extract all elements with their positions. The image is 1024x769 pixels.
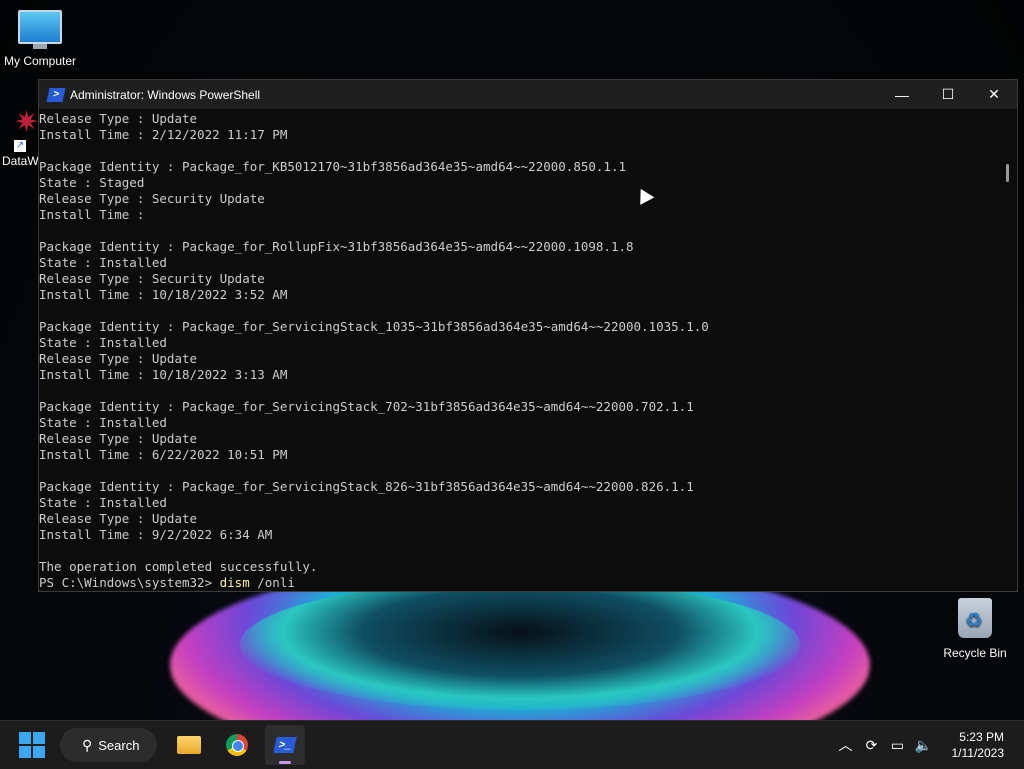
- windows-logo-icon: [19, 732, 31, 744]
- volume-icon[interactable]: 🔈: [912, 737, 936, 754]
- vertical-scrollbar[interactable]: [999, 109, 1017, 591]
- desktop-icon-my-computer[interactable]: My Computer: [2, 10, 78, 68]
- desktop-icon-label: My Computer: [2, 54, 78, 68]
- window-title: Administrator: Windows PowerShell: [70, 88, 879, 102]
- terminal-line: Install Time :: [39, 207, 999, 223]
- terminal-line: [39, 143, 999, 159]
- terminal-line: Release Type : Security Update: [39, 191, 999, 207]
- prompt-text: PS C:\Windows\system32>: [39, 575, 220, 590]
- terminal-line: Release Type : Update: [39, 111, 999, 127]
- close-button[interactable]: ✕: [971, 80, 1017, 109]
- terminal-line: Package Identity : Package_for_Servicing…: [39, 399, 999, 415]
- terminal-line: Package Identity : Package_for_RollupFix…: [39, 239, 999, 255]
- minimize-button[interactable]: —: [879, 80, 925, 109]
- terminal-line: State : Staged: [39, 175, 999, 191]
- command-text: dism: [220, 575, 250, 590]
- search-label: Search: [98, 738, 139, 753]
- clock[interactable]: 5:23 PM 1/11/2023: [952, 729, 1005, 761]
- folder-icon: [177, 736, 201, 754]
- terminal-line: State : Installed: [39, 255, 999, 271]
- shortcut-arrow-icon: ↗: [14, 140, 26, 152]
- window-titlebar[interactable]: > Administrator: Windows PowerShell — ☐ …: [39, 80, 1017, 109]
- terminal-line: The operation completed successfully.: [39, 559, 999, 575]
- terminal-line: [39, 223, 999, 239]
- powershell-window[interactable]: > Administrator: Windows PowerShell — ☐ …: [38, 79, 1018, 592]
- taskbar-powershell[interactable]: >_: [265, 725, 305, 765]
- terminal-line: Release Type : Security Update: [39, 271, 999, 287]
- terminal-line: [39, 383, 999, 399]
- desktop-icon-label: DataW: [2, 154, 42, 168]
- monitor-icon: [18, 10, 62, 44]
- terminal-line: Install Time : 10/18/2022 3:52 AM: [39, 287, 999, 303]
- taskbar-file-explorer[interactable]: [169, 725, 209, 765]
- system-tray: ︿ ⟳ ▭ 🔈 5:23 PM 1/11/2023: [834, 721, 1024, 769]
- chevron-up-icon[interactable]: ︿: [834, 735, 858, 755]
- search-button[interactable]: ⚲ Search: [60, 728, 157, 762]
- network-icon[interactable]: ▭: [886, 737, 910, 754]
- terminal-line: State : Installed: [39, 335, 999, 351]
- recycle-bin-icon: ♻: [958, 598, 992, 638]
- terminal-line: Install Time : 6/22/2022 10:51 PM: [39, 447, 999, 463]
- desktop-icon-recycle-bin[interactable]: ♻ Recycle Bin: [940, 598, 1010, 660]
- command-line[interactable]: PS C:\Windows\system32> dism /onli: [39, 575, 999, 591]
- terminal-line: Package Identity : Package_for_Servicing…: [39, 479, 999, 495]
- clock-time: 5:23 PM: [952, 729, 1005, 745]
- terminal-line: Package Identity : Package_for_Servicing…: [39, 319, 999, 335]
- terminal-line: [39, 543, 999, 559]
- desktop-icon-label: Recycle Bin: [940, 646, 1010, 660]
- terminal-line: [39, 303, 999, 319]
- chrome-icon: [226, 734, 248, 756]
- powershell-icon: >_: [273, 737, 296, 753]
- terminal-line: Install Time : 9/2/2022 6:34 AM: [39, 527, 999, 543]
- desktop-icon-dataw[interactable]: ✷ ↗ DataW: [2, 108, 42, 168]
- taskbar: ⚲ Search >_ ︿ ⟳ ▭ 🔈 5:23 PM 1/11/2023: [0, 720, 1024, 769]
- maximize-button[interactable]: ☐: [925, 80, 971, 109]
- taskbar-chrome[interactable]: [217, 725, 257, 765]
- clock-date: 1/11/2023: [952, 745, 1005, 761]
- terminal-line: Package Identity : Package_for_KB5012170…: [39, 159, 999, 175]
- search-icon: ⚲: [82, 737, 92, 754]
- powershell-icon: >: [47, 88, 66, 102]
- terminal-line: Release Type : Update: [39, 431, 999, 447]
- sync-icon[interactable]: ⟳: [860, 737, 884, 754]
- terminal-line: [39, 463, 999, 479]
- command-argument: /onli: [250, 575, 295, 590]
- wallpaper-bloom-inner: [240, 580, 800, 710]
- terminal-line: Release Type : Update: [39, 511, 999, 527]
- terminal-line: Install Time : 2/12/2022 11:17 PM: [39, 127, 999, 143]
- terminal-line: State : Installed: [39, 495, 999, 511]
- terminal-line: Release Type : Update: [39, 351, 999, 367]
- terminal-line: Install Time : 10/18/2022 3:13 AM: [39, 367, 999, 383]
- terminal-line: State : Installed: [39, 415, 999, 431]
- start-button[interactable]: [19, 732, 45, 758]
- terminal-output[interactable]: Release Type : UpdateInstall Time : 2/12…: [39, 109, 999, 591]
- scrollbar-thumb[interactable]: [1006, 164, 1009, 182]
